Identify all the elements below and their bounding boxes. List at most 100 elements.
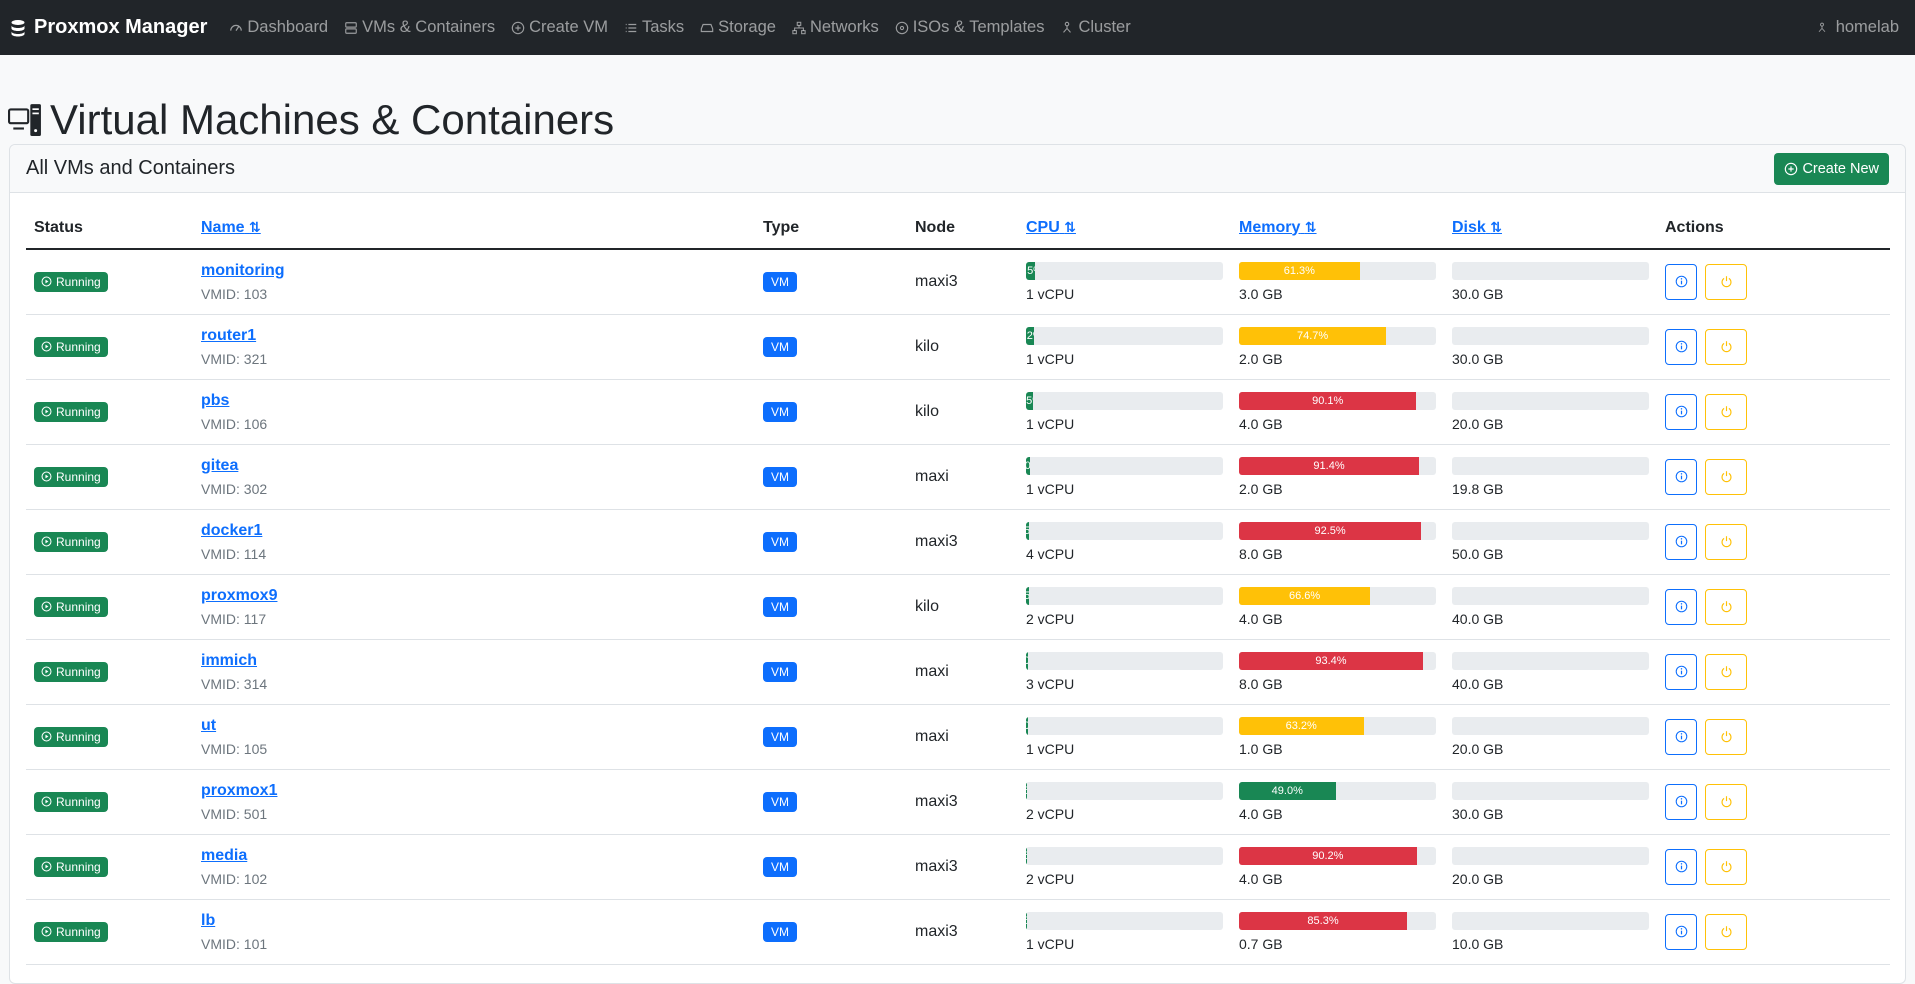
disk-cell: 50.0 GB — [1444, 509, 1657, 575]
vm-list-card: All VMs and Containers Create New Status… — [9, 144, 1906, 984]
power-button[interactable] — [1705, 328, 1747, 365]
vm-name-link[interactable]: media — [201, 847, 747, 865]
info-button[interactable] — [1665, 913, 1697, 950]
vcpu-count: 2 vCPU — [1026, 805, 1075, 822]
memory-progress-fill: 91.4% — [1239, 456, 1420, 475]
sort-disk-link[interactable]: Disk ⇅ — [1452, 219, 1502, 236]
play-circle-icon — [41, 471, 52, 482]
type-cell: VM — [755, 509, 907, 575]
actions-cell — [1657, 834, 1890, 900]
disk-size: 10.0 GB — [1452, 935, 1504, 952]
power-button[interactable] — [1705, 588, 1747, 625]
power-icon — [1720, 536, 1732, 548]
memory-cell: 85.3% 0.7 GB — [1231, 899, 1444, 965]
nav-label-tasks: Tasks — [641, 18, 685, 36]
memory-progress-bar: 49.0% — [1239, 781, 1436, 800]
nav-item-networks[interactable]: Networks — [792, 18, 879, 37]
vm-name-link[interactable]: ut — [201, 717, 747, 735]
header-disk-label: Disk — [1452, 218, 1486, 236]
power-button[interactable] — [1705, 653, 1747, 690]
info-button[interactable] — [1665, 458, 1697, 495]
info-button[interactable] — [1665, 328, 1697, 365]
table-row: Running docker1 VMID: 114 VM maxi3 1.5% … — [26, 509, 1890, 575]
cpu-percent: 4.5% — [1026, 264, 1035, 277]
vcpu-count: 1 vCPU — [1026, 415, 1075, 432]
info-button[interactable] — [1665, 263, 1697, 300]
vm-name-link[interactable]: gitea — [201, 457, 747, 475]
vm-name-link[interactable]: monitoring — [201, 262, 747, 280]
plus-circle-icon — [511, 21, 525, 34]
power-icon — [1720, 601, 1732, 613]
vm-name-link[interactable]: proxmox9 — [201, 587, 747, 605]
status-badge: Running — [34, 661, 108, 682]
cpu-progress-fill: 4.2% — [1026, 326, 1035, 345]
actions-cell — [1657, 509, 1890, 575]
vm-table-body: Running monitoring VMID: 103 VM maxi3 4.… — [26, 249, 1890, 965]
plus-circle-icon — [1785, 162, 1798, 175]
info-button[interactable] — [1665, 718, 1697, 755]
nav-item-cluster[interactable]: Cluster — [1060, 18, 1131, 37]
cpu-progress-bar: 0.6% — [1026, 781, 1223, 800]
cpu-cell: 1.5% 4 vCPU — [1018, 509, 1231, 575]
node-name: maxi3 — [915, 922, 958, 940]
nav-item-storage[interactable]: Storage — [700, 18, 776, 37]
play-circle-icon — [41, 536, 52, 547]
vm-name-link[interactable]: lb — [201, 912, 747, 930]
type-cell: VM — [755, 639, 907, 705]
sort-name-link[interactable]: Name ⇅ — [201, 219, 261, 236]
brand[interactable]: Proxmox Manager — [10, 16, 207, 39]
type-badge: VM — [763, 271, 797, 292]
node-name: maxi3 — [915, 272, 958, 290]
cpu-progress-bar: 0.6% — [1026, 846, 1223, 865]
info-button[interactable] — [1665, 783, 1697, 820]
cpu-progress-bar: 4.2% — [1026, 326, 1223, 345]
nav-item-isos-templates[interactable]: ISOs & Templates — [895, 18, 1044, 37]
header-memory[interactable]: Memory ⇅ — [1231, 207, 1444, 250]
sort-memory-link[interactable]: Memory ⇅ — [1239, 219, 1317, 236]
node-name: maxi — [915, 727, 949, 745]
header-name[interactable]: Name ⇅ — [193, 207, 755, 250]
name-cell: monitoring VMID: 103 — [193, 249, 755, 315]
vm-name-link[interactable]: pbs — [201, 392, 747, 410]
memory-size: 4.0 GB — [1239, 415, 1283, 432]
power-button[interactable] — [1705, 913, 1747, 950]
database-icon — [11, 19, 25, 36]
header-disk[interactable]: Disk ⇅ — [1444, 207, 1657, 250]
power-button[interactable] — [1705, 393, 1747, 430]
memory-cell: 90.1% 4.0 GB — [1231, 379, 1444, 445]
vm-name-link[interactable]: immich — [201, 652, 747, 670]
status-badge: Running — [34, 921, 108, 942]
sort-cpu-link[interactable]: CPU ⇅ — [1026, 219, 1076, 236]
memory-size: 2.0 GB — [1239, 350, 1283, 367]
power-button[interactable] — [1705, 523, 1747, 560]
status-cell: Running — [26, 444, 193, 510]
create-new-button[interactable]: Create New — [1774, 152, 1889, 185]
vm-name-link[interactable]: proxmox1 — [201, 782, 747, 800]
actions-cell — [1657, 899, 1890, 965]
info-button[interactable] — [1665, 848, 1697, 885]
vm-name-link[interactable]: router1 — [201, 327, 747, 345]
power-button[interactable] — [1705, 458, 1747, 495]
power-button[interactable] — [1705, 718, 1747, 755]
power-button[interactable] — [1705, 848, 1747, 885]
power-button[interactable] — [1705, 263, 1747, 300]
cpu-progress-bar: 1.5% — [1026, 586, 1223, 605]
memory-progress-bar: 90.1% — [1239, 391, 1436, 410]
info-button[interactable] — [1665, 653, 1697, 690]
row-actions — [1665, 263, 1882, 300]
info-button[interactable] — [1665, 588, 1697, 625]
user-menu[interactable]: homelab — [1816, 18, 1899, 37]
nav-item-create-vm[interactable]: Create VM — [511, 18, 608, 37]
vm-name-link[interactable]: docker1 — [201, 522, 747, 540]
name-cell: proxmox9 VMID: 117 — [193, 574, 755, 640]
nav-item-vms-containers[interactable]: VMs & Containers — [344, 18, 495, 37]
power-button[interactable] — [1705, 783, 1747, 820]
nav-item-tasks[interactable]: Tasks — [624, 18, 684, 37]
info-button[interactable] — [1665, 393, 1697, 430]
header-cpu[interactable]: CPU ⇅ — [1018, 207, 1231, 250]
power-icon — [1720, 341, 1732, 353]
memory-percent: 74.7% — [1296, 329, 1329, 342]
info-button[interactable] — [1665, 523, 1697, 560]
nav-item-dashboard[interactable]: Dashboard — [229, 18, 328, 37]
disk-progress-bar — [1452, 586, 1649, 605]
